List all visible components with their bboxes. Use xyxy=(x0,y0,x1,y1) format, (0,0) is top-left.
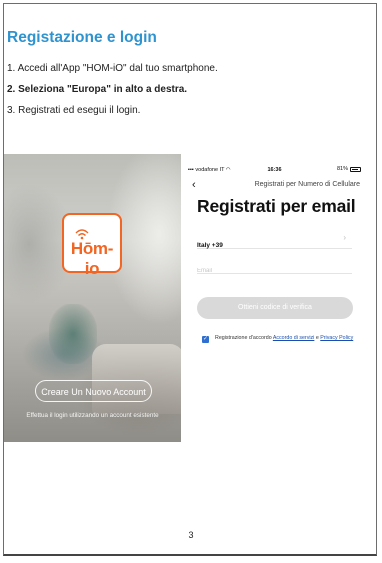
section-title: Registazione e login xyxy=(7,29,157,46)
privacy-policy-link[interactable]: Privacy Policy xyxy=(320,335,353,341)
chevron-right-icon: › xyxy=(343,233,346,242)
status-bar: ▪▪▪ vodafone IT ◠ 16:36 81% xyxy=(186,165,363,177)
logo-text: Hōm-io xyxy=(70,239,114,278)
splash-screenshot: Hōm-io Creare Un Nuovo Account Effettua … xyxy=(4,154,181,442)
email-row xyxy=(197,259,352,274)
country-value: Italy +39 xyxy=(197,242,223,249)
create-account-button[interactable]: Creare Un Nuovo Account xyxy=(35,380,152,402)
step-1: 1. Accedi all'App "HOM-iO" dal tuo smart… xyxy=(7,63,218,74)
login-existing-link[interactable]: Effettua il login utilizzando un account… xyxy=(4,412,181,419)
battery-percent: 81% xyxy=(336,166,348,172)
get-verification-code-button[interactable]: Ottieni codice di verifica xyxy=(197,297,353,319)
battery-status: 81% xyxy=(337,166,361,172)
agree-prefix: Registrazione d'accordo xyxy=(215,335,273,341)
service-agreement-link[interactable]: Accordo di servizi xyxy=(273,335,315,341)
back-chevron-icon[interactable]: ‹ xyxy=(192,179,196,191)
nav-bar: ‹ Registrati per Numero di Cellulare xyxy=(186,177,363,193)
step-2: 2. Seleziona "Europa" in alto a destra. xyxy=(7,84,188,95)
check-icon: ✓ xyxy=(202,336,209,342)
steps-list: 1. Accedi all'App "HOM-iO" dal tuo smart… xyxy=(7,58,218,121)
background-plant xyxy=(49,304,97,364)
agreement-text: Registrazione d'accordo Accordo di servi… xyxy=(215,335,360,342)
background-sofa xyxy=(92,344,181,414)
register-screenshot: ▪▪▪ vodafone IT ◠ 16:36 81% ‹ Registrati… xyxy=(186,165,363,365)
app-logo: Hōm-io xyxy=(62,213,122,278)
agreement-checkbox[interactable]: ✓ xyxy=(202,336,209,343)
country-selector[interactable]: Italy +39 › xyxy=(197,233,352,249)
email-input[interactable] xyxy=(197,268,352,274)
register-heading: Registrati per email xyxy=(197,196,356,216)
register-by-phone-link[interactable]: Registrati per Numero di Cellulare xyxy=(255,181,360,188)
step-3: 3. Registrati ed esegui il login. xyxy=(7,105,141,116)
page-number: 3 xyxy=(188,530,194,540)
battery-icon xyxy=(350,166,361,172)
